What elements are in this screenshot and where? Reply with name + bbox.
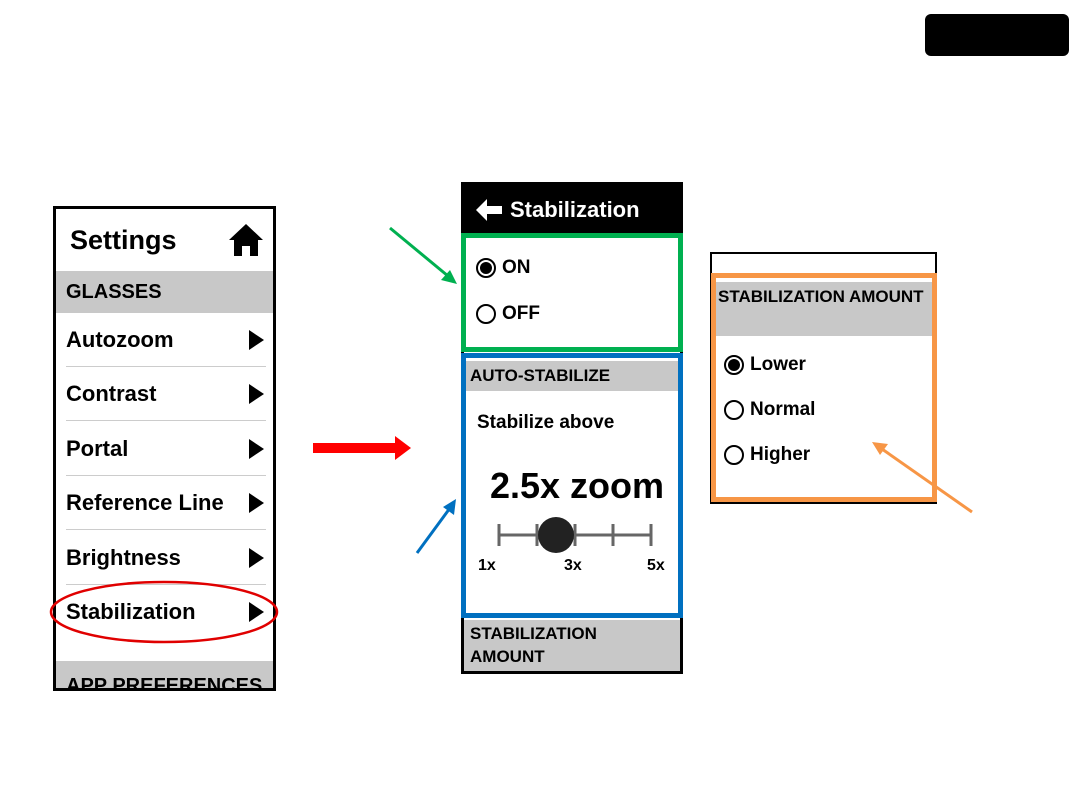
annotations-layer: [49, 226, 973, 644]
orange-arrow: [872, 442, 973, 514]
red-arrow: [313, 436, 411, 460]
green-arrow: [389, 226, 457, 284]
red-ellipse-highlight: [49, 580, 279, 644]
blue-arrow: [415, 499, 456, 554]
